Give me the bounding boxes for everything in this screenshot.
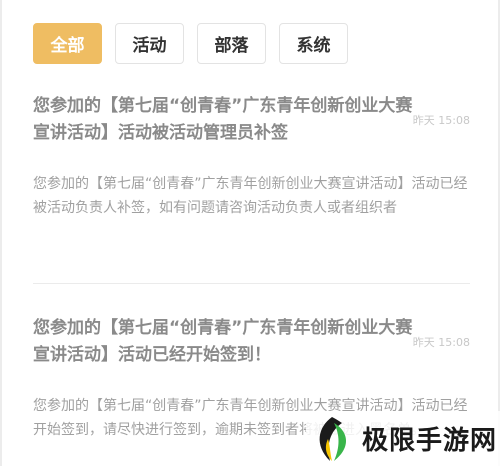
- notice-divider: [33, 283, 470, 284]
- tab-activity[interactable]: 活动: [115, 23, 184, 64]
- notice-title: 您参加的【第七届“创青春”广东青年创新创业大赛宣讲活动】活动被活动管理员补签: [33, 96, 413, 143]
- leaf-logo-icon: [319, 416, 347, 461]
- notice-title: 您参加的【第七届“创青春”广东青年创新创业大赛宣讲活动】活动已经开始签到！: [33, 318, 413, 365]
- notice-time: 昨天 15:08: [412, 336, 470, 349]
- site-watermark: 极限手游网: [306, 411, 500, 466]
- watermark-text: 极限手游网: [362, 426, 498, 456]
- notification-page: 全部 活动 部落 系统 您参加的【第七届“创青春”广东青年创新创业大赛宣讲活动】…: [0, 0, 500, 466]
- filter-tabs: 全部 活动 部落 系统: [33, 23, 348, 64]
- tab-tribe[interactable]: 部落: [197, 23, 266, 64]
- notice-header: 您参加的【第七届“创青春”广东青年创新创业大赛宣讲活动】活动已经开始签到！ 昨天…: [33, 315, 470, 369]
- tab-all[interactable]: 全部: [33, 23, 102, 64]
- notice-time: 昨天 15:08: [412, 114, 470, 127]
- notice-item[interactable]: 您参加的【第七届“创青春”广东青年创新创业大赛宣讲活动】活动被活动管理员补签 昨…: [33, 93, 470, 220]
- notice-header: 您参加的【第七届“创青春”广东青年创新创业大赛宣讲活动】活动被活动管理员补签 昨…: [33, 93, 470, 147]
- left-border: [0, 0, 2, 466]
- tab-system[interactable]: 系统: [279, 23, 348, 64]
- notice-body: 您参加的【第七届“创青春”广东青年创新创业大赛宣讲活动】活动已经被活动负责人补签…: [33, 176, 468, 216]
